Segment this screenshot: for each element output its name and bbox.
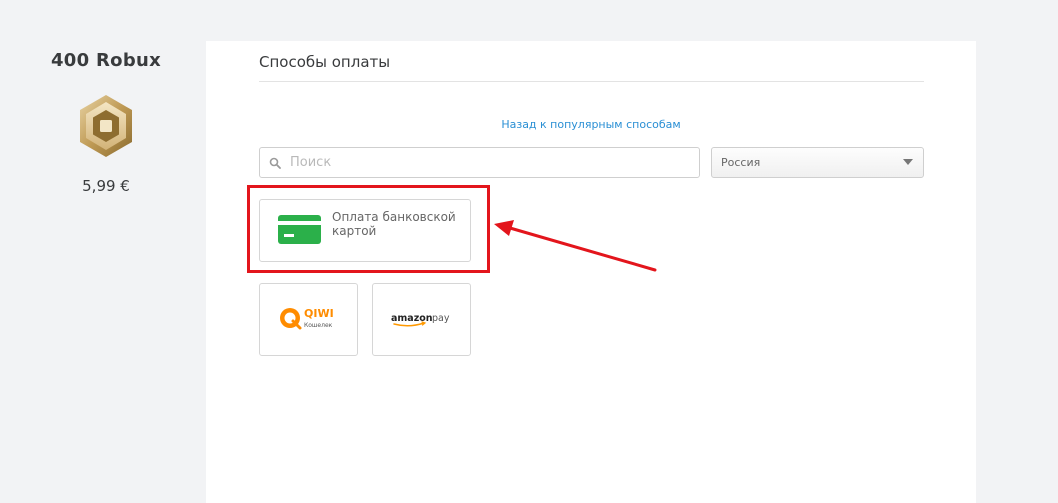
- chevron-down-icon: [903, 159, 913, 165]
- qiwi-payment-option[interactable]: QIWI Кошелек: [259, 283, 358, 356]
- search-icon: [269, 157, 281, 169]
- highlight-box: [247, 185, 490, 273]
- amazon-brand-text: amazon: [391, 313, 433, 324]
- country-select[interactable]: Россия: [711, 147, 924, 178]
- divider: [259, 81, 924, 82]
- qiwi-logo: QIWI Кошелек: [280, 307, 334, 330]
- product-price: 5,99 €: [82, 177, 130, 195]
- qiwi-brand-text: QIWI: [304, 307, 334, 320]
- robux-icon: [80, 95, 132, 157]
- search-input[interactable]: [290, 155, 670, 170]
- qiwi-sub-text: Кошелек: [304, 322, 333, 329]
- amazon-pay-payment-option[interactable]: amazon pay: [372, 283, 471, 356]
- amazon-pay-text: pay: [432, 313, 450, 324]
- page-title: Способы оплаты: [259, 53, 391, 71]
- product-title: 400 Robux: [50, 50, 162, 71]
- back-to-popular-link[interactable]: Назад к популярным способам: [206, 118, 976, 131]
- country-select-value: Россия: [721, 156, 761, 169]
- amazon-pay-logo: amazon pay: [391, 313, 450, 327]
- annotation-arrow: [494, 220, 657, 272]
- product-summary: 400 Robux 5,99 €: [36, 50, 176, 195]
- search-box[interactable]: [259, 147, 700, 178]
